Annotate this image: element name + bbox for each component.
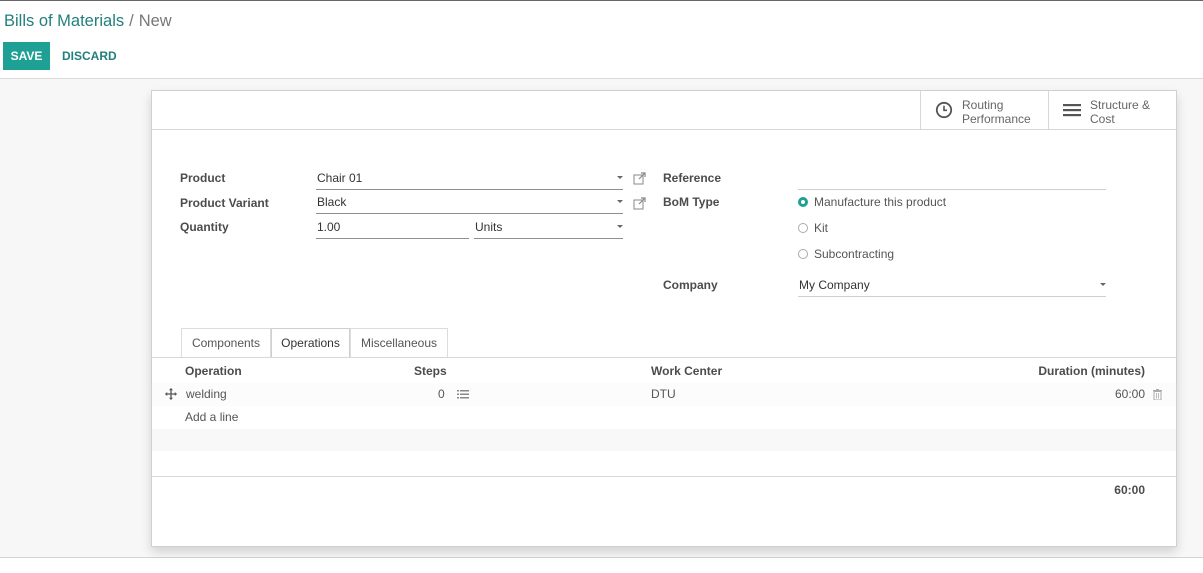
trash-icon[interactable] (1153, 389, 1162, 400)
control-panel: Bills of Materials / New SAVE DISCARD (0, 1, 1203, 79)
clock-icon (935, 101, 953, 119)
product-value: Chair 01 (317, 171, 363, 185)
operations-table-footer: 60:00 (152, 476, 1176, 500)
routing-performance-button[interactable]: Routing Performance (920, 91, 1048, 129)
operation-steps: 0 (438, 387, 445, 401)
product-variant-field[interactable]: Black (316, 193, 623, 214)
radio-manufacture-label[interactable]: Manufacture this product (814, 195, 946, 209)
product-variant-label: Product Variant (180, 196, 269, 210)
drag-handle-icon[interactable] (165, 388, 177, 400)
quantity-value: 1.00 (317, 220, 341, 234)
radio-subcontracting-label[interactable]: Subcontracting (814, 247, 894, 261)
smart-button-box: Routing Performance Structure & Cost (152, 91, 1176, 130)
product-field[interactable]: Chair 01 (316, 169, 623, 190)
radio-kit-label[interactable]: Kit (814, 221, 828, 235)
radio-kit[interactable] (798, 223, 808, 233)
bars-icon (1063, 104, 1081, 117)
operation-work-center: DTU (651, 387, 676, 401)
breadcrumb-bills-of-materials[interactable]: Bills of Materials (4, 12, 124, 30)
add-a-line-link[interactable]: Add a line (185, 410, 238, 424)
form-sheet: Routing Performance Structure & Cost Pro… (151, 90, 1177, 547)
operation-name: welding (186, 387, 227, 401)
discard-button[interactable]: DISCARD (57, 42, 122, 70)
structure-cost-button[interactable]: Structure & Cost (1048, 91, 1176, 129)
empty-row (152, 429, 1176, 451)
radio-subcontracting[interactable] (798, 249, 808, 259)
external-link-icon[interactable] (633, 197, 646, 210)
company-label: Company (663, 278, 718, 292)
empty-row (152, 451, 1176, 473)
chevron-down-icon[interactable] (617, 200, 623, 203)
tab-components[interactable]: Components (181, 328, 271, 358)
column-work-center[interactable]: Work Center (651, 364, 722, 378)
routing-performance-line1: Routing (962, 98, 1004, 112)
add-line-row: Add a line (152, 406, 1176, 429)
tab-operations[interactable]: Operations (271, 328, 350, 358)
company-field[interactable]: My Company (798, 276, 1106, 297)
bom-type-label: BoM Type (663, 195, 720, 209)
tab-miscellaneous[interactable]: Miscellaneous (350, 328, 448, 358)
reference-label: Reference (663, 171, 722, 185)
table-row[interactable]: welding 0 DTU 60:00 (152, 383, 1176, 406)
bottom-area (0, 558, 1203, 573)
chevron-down-icon[interactable] (617, 176, 623, 179)
product-variant-value: Black (317, 195, 347, 209)
structure-cost-line1: Structure & (1090, 98, 1151, 112)
chevron-down-icon[interactable] (1100, 283, 1106, 286)
uom-value: Units (475, 220, 503, 234)
quantity-label: Quantity (180, 220, 229, 234)
routing-performance-line2: Performance (962, 112, 1031, 126)
column-duration[interactable]: Duration (minutes) (1038, 364, 1145, 378)
quantity-input[interactable]: 1.00 (316, 218, 469, 239)
column-operation[interactable]: Operation (185, 364, 242, 378)
uom-select[interactable]: Units (474, 218, 623, 239)
company-value: My Company (799, 278, 870, 292)
column-steps[interactable]: Steps (414, 364, 447, 378)
external-link-icon[interactable] (633, 172, 646, 185)
breadcrumb-current: New (138, 12, 172, 30)
operation-duration: 60:00 (1114, 387, 1145, 401)
operations-table-header: Operation Steps Work Center Duration (mi… (152, 357, 1176, 384)
breadcrumb-separator: / (129, 12, 134, 30)
radio-manufacture[interactable] (798, 197, 808, 207)
routing-performance-label: Routing Performance (962, 98, 1031, 126)
structure-cost-label: Structure & Cost (1090, 98, 1150, 126)
product-label: Product (180, 171, 226, 185)
chevron-down-icon[interactable] (617, 225, 623, 228)
total-duration: 60:00 (1114, 483, 1145, 497)
save-button[interactable]: SAVE (3, 42, 50, 70)
list-icon[interactable] (457, 390, 469, 399)
structure-cost-line2: Cost (1090, 112, 1115, 126)
breadcrumb: Bills of Materials / New (4, 12, 172, 31)
reference-input[interactable] (798, 169, 1106, 190)
